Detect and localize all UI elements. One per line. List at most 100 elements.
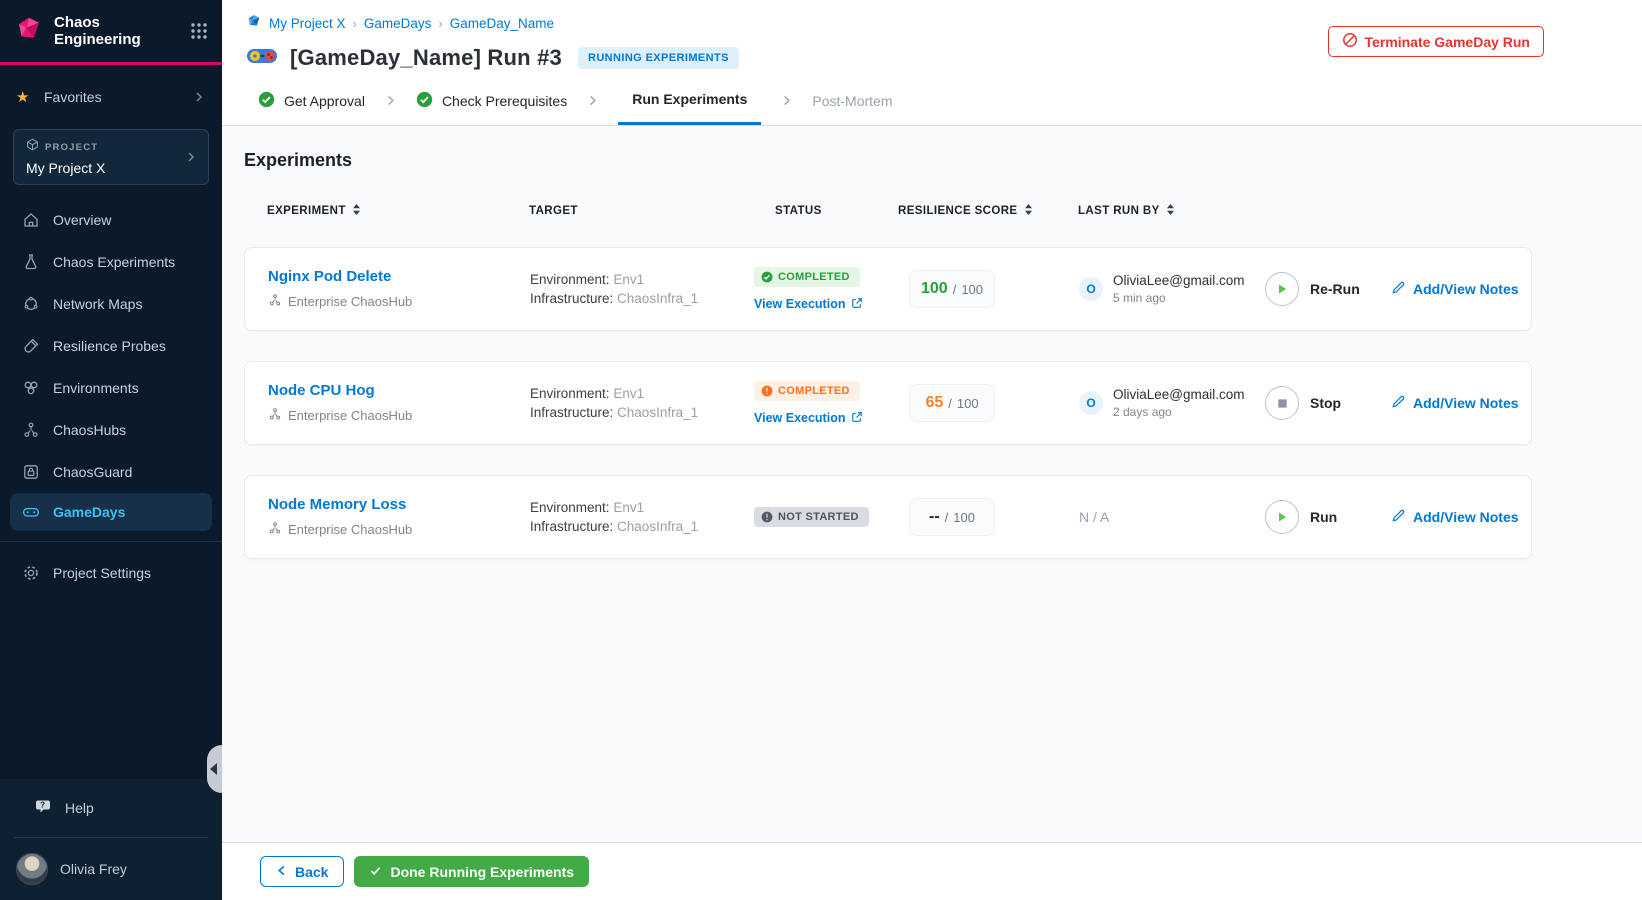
hub-name: Enterprise ChaosHub [288,522,413,537]
sidebar-item-resilience-probes[interactable]: Resilience Probes [0,325,222,367]
help-button[interactable]: ? Help [0,779,222,837]
experiment-link[interactable]: Node CPU Hog [268,382,375,399]
prohibit-icon [1342,32,1358,51]
play-icon [1265,272,1299,306]
brand-accent-divider [0,62,222,65]
experiment-row-node-memory-loss: Node Memory Loss Enterprise ChaosHub Env… [244,475,1532,559]
sort-icon [1166,203,1175,219]
chaoshub-icon [268,293,282,310]
app-root: Chaos Engineering ★ Favorites PROJECT My… [0,0,1642,900]
back-button[interactable]: Back [260,856,345,887]
external-link-icon [851,297,863,312]
environments-icon [22,379,40,397]
breadcrumb-separator: › [438,15,443,31]
step-check-prerequisites[interactable]: Check Prerequisites [416,76,567,125]
section-title: Experiments [244,150,353,170]
experiment-row-nginx-pod-delete: Nginx Pod Delete Enterprise ChaosHub Env… [244,247,1532,331]
run-stepper: Get Approval Check Prerequisites Run Exp… [222,76,1642,126]
view-execution-link[interactable]: View Execution [754,411,899,426]
check-circle-icon [258,91,275,111]
chevron-right-icon [192,90,206,104]
sidebar-item-favorites[interactable]: ★ Favorites [0,77,222,117]
terminate-gameday-run-button[interactable]: Terminate GameDay Run [1327,26,1544,57]
breadcrumb-gamedays-link[interactable]: GameDays [364,16,432,31]
hub-icon [22,421,40,439]
probe-icon [22,337,40,355]
step-run-experiments[interactable]: Run Experiments [618,76,762,125]
breadcrumb-separator: › [352,15,357,31]
add-view-notes-link[interactable]: Add/View Notes [1391,394,1531,412]
status-badge: COMPLETED [754,266,860,287]
chaos-engineering-logo-icon [14,14,44,49]
sidebar-item-chaoshubs[interactable]: ChaosHubs [0,409,222,451]
status-badge: NOT STARTED [754,506,869,527]
brand-title: Chaos Engineering [54,13,141,48]
sidebar-item-network-maps[interactable]: Network Maps [0,283,222,325]
step-post-mortem[interactable]: Post-Mortem [812,76,892,125]
bottom-action-bar: Back Done Running Experiments [222,842,1642,900]
table-header-row: EXPERIMENT TARGET STATUS RESILIENCE SCOR… [244,203,1532,219]
chevron-right-icon [184,150,198,164]
experiments-section: Experiments EXPERIMENT TARGET STATUS RES… [222,126,1642,842]
pencil-icon [1391,280,1406,298]
sidebar-item-chaos-experiments[interactable]: Chaos Experiments [0,241,222,283]
project-selector[interactable]: PROJECT My Project X [13,129,209,185]
user-menu[interactable]: Olivia Frey [0,838,222,900]
column-header-resilience-score[interactable]: RESILIENCE SCORE [898,203,1078,219]
sidebar-collapse-handle[interactable] [207,745,222,793]
experiment-link[interactable]: Node Memory Loss [268,496,406,513]
sidebar-item-project-settings[interactable]: Project Settings [0,552,222,594]
chevron-right-icon [780,94,793,107]
cube-icon [26,138,39,156]
app-switcher-grid-icon[interactable] [190,22,208,40]
add-view-notes-link[interactable]: Add/View Notes [1391,508,1531,526]
sidebar-bottom: ? Help Olivia Frey [0,779,222,900]
user-initial-avatar: O [1079,277,1103,301]
breadcrumb-gameday-link[interactable]: GameDay_Name [450,16,554,31]
add-view-notes-link[interactable]: Add/View Notes [1391,280,1531,298]
column-header-target: TARGET [529,205,578,217]
chevron-left-icon [276,864,287,880]
sidebar-item-environments[interactable]: Environments [0,367,222,409]
chevron-right-icon [586,94,599,107]
sidebar-item-gamedays[interactable]: GameDays [10,493,212,531]
last-run-by: O OliviaLee@gmail.com 2 days ago [1079,387,1265,419]
rerun-experiment-button[interactable]: Re-Run [1265,272,1391,306]
hub-name: Enterprise ChaosHub [288,294,413,309]
home-icon [22,211,40,229]
sidebar-item-overview[interactable]: Overview [0,199,222,241]
gamepad-icon [22,503,40,521]
view-execution-link[interactable]: View Execution [754,297,899,312]
sort-icon [1024,203,1033,219]
stop-icon [1265,386,1299,420]
resilience-score: 65 / 100 [909,384,995,422]
pencil-icon [1391,508,1406,526]
last-run-by: N / A [1079,509,1110,525]
sidebar-nav: Overview Chaos Experiments Network Maps … [0,199,222,594]
run-experiment-button[interactable]: Run [1265,500,1391,534]
sidebar-item-chaosguard[interactable]: ChaosGuard [0,451,222,493]
step-get-approval[interactable]: Get Approval [258,76,365,125]
network-map-icon [22,295,40,313]
project-name: My Project X [26,160,106,176]
sidebar: Chaos Engineering ★ Favorites PROJECT My… [0,0,222,900]
chevron-right-icon [384,94,397,107]
stop-experiment-button[interactable]: Stop [1265,386,1391,420]
column-header-experiment[interactable]: EXPERIMENT [267,203,529,219]
brand-header: Chaos Engineering [0,0,222,62]
nav-divider [0,541,222,542]
user-initial-avatar: O [1079,391,1103,415]
hub-name: Enterprise ChaosHub [288,408,413,423]
experiment-link[interactable]: Nginx Pod Delete [268,268,391,285]
column-header-last-run-by[interactable]: LAST RUN BY [1078,203,1264,219]
sort-icon [352,203,361,219]
page-title: [GameDay_Name] Run #3 [290,45,562,70]
done-running-experiments-button[interactable]: Done Running Experiments [354,856,590,887]
main-area: My Project X › GameDays › GameDay_Name [… [222,0,1642,900]
user-avatar [16,853,48,885]
breadcrumb-project-link[interactable]: My Project X [269,16,346,31]
chaoshub-icon [268,521,282,538]
resilience-score: -- / 100 [909,498,995,536]
run-status-badge: RUNNING EXPERIMENTS [577,47,739,69]
help-chat-icon: ? [34,798,53,818]
